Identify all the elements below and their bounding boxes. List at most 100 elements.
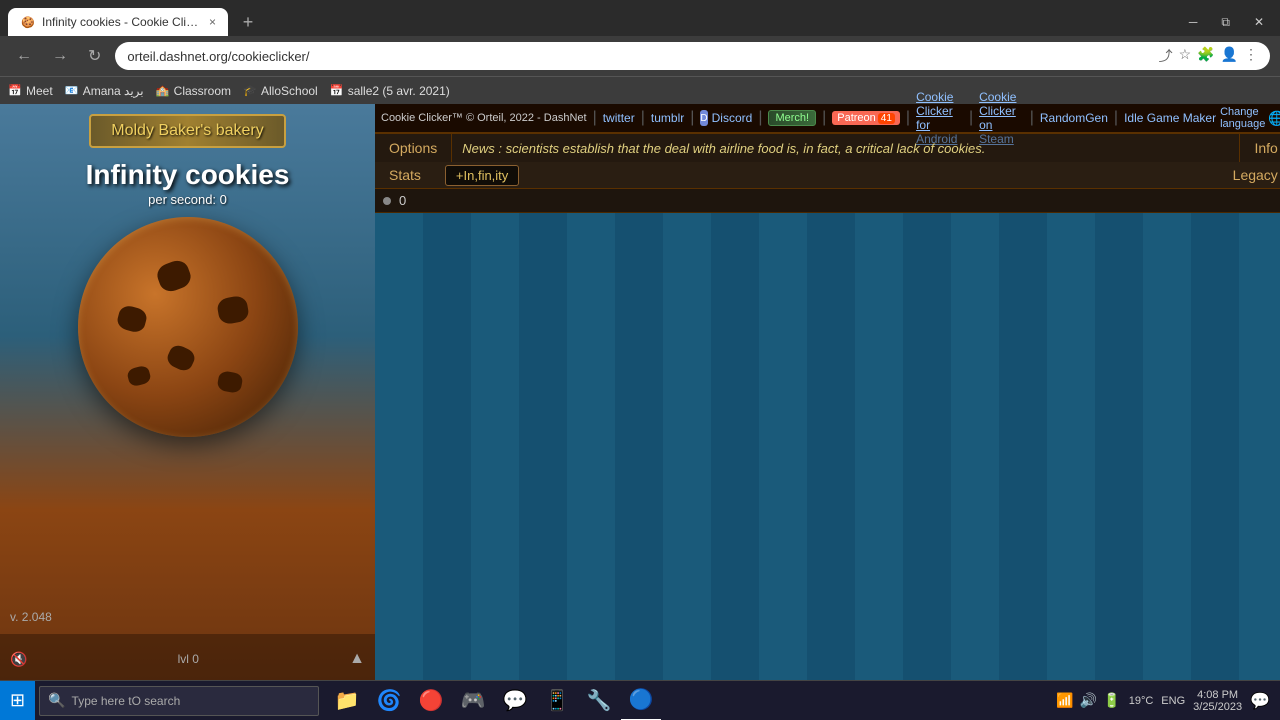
window-controls: ─ ⧉ ✕	[1181, 11, 1272, 34]
taskbar-search-icon: 🔍	[48, 692, 65, 709]
bakery-name-bar: Moldy Baker's bakery	[89, 114, 285, 148]
bookmark-classroom-label: Classroom	[174, 84, 231, 98]
taskbar-app-whatsapp[interactable]: 📱	[537, 681, 577, 720]
time-display: 4:08 PM 3/25/2023	[1193, 689, 1242, 713]
legacy-button[interactable]: Legacy	[1219, 162, 1280, 188]
address-bar[interactable]: orteil.dashnet.org/cookieclicker/ ⤴ ☆ 🧩 …	[115, 42, 1270, 70]
temperature-status: 19°C	[1129, 695, 1154, 707]
clock-time: 4:08 PM	[1193, 689, 1242, 701]
taskbar-right: 📶 🔊 🔋 19°C ENG 4:08 PM 3/25/2023 💬	[1056, 689, 1280, 713]
bookmark-alloschool[interactable]: 🎓 AlloSchool	[243, 84, 318, 98]
bookmark-star-icon[interactable]: ☆	[1179, 46, 1192, 66]
restore-btn[interactable]: ⧉	[1213, 11, 1238, 34]
infinity-badge: +In,fin,ity	[445, 165, 519, 186]
taskbar-system-icons: 📶 🔊 🔋	[1056, 692, 1120, 709]
patreon-label: Patreon	[837, 112, 876, 124]
active-tab[interactable]: 🍪 Infinity cookies - Cookie Clicker ×	[8, 8, 228, 36]
tumblr-link[interactable]: tumblr	[651, 111, 684, 125]
taskbar-search-input[interactable]: Type here tO search	[72, 694, 311, 708]
close-btn[interactable]: ✕	[1246, 11, 1272, 33]
bookmark-classroom[interactable]: 🏫 Classroom	[156, 84, 231, 98]
randomgen-link[interactable]: RandomGen	[1040, 111, 1108, 125]
taskbar-app-red[interactable]: 🔴	[411, 681, 451, 720]
bottom-bar: 🔇 lvl 0 ▲	[0, 634, 375, 684]
nav-sep-6: |	[906, 109, 910, 127]
bakery-name: Moldy Baker's bakery	[111, 122, 263, 140]
taskbar-app-tools[interactable]: 🔧	[579, 681, 619, 720]
twitter-link[interactable]: twitter	[603, 111, 635, 125]
nav-sep-9: |	[1114, 109, 1118, 127]
nav-sep-1: |	[593, 109, 597, 127]
counter-dot	[383, 197, 391, 205]
tab-close-btn[interactable]: ×	[209, 15, 216, 29]
profile-icon[interactable]: 👤	[1221, 46, 1238, 66]
reload-btn[interactable]: ↻	[82, 44, 107, 68]
patreon-link[interactable]: Patreon 41	[832, 111, 900, 125]
address-text: orteil.dashnet.org/cookieclicker/	[127, 49, 1158, 64]
bookmark-amana-label: Amana بريد	[83, 84, 144, 98]
salle2-icon: 📅	[330, 84, 344, 98]
change-language[interactable]: Change language 🌐	[1220, 106, 1280, 130]
notification-icon[interactable]: 💬	[1250, 691, 1270, 711]
minimize-btn[interactable]: ─	[1181, 11, 1206, 33]
taskbar-apps: 📁 🌀 🔴 🎮 💬 📱 🔧 🔵	[327, 681, 661, 720]
big-cookie[interactable]	[78, 217, 298, 437]
discord-icon: D	[700, 110, 707, 126]
game-menu-row: Options News : scientists establish that…	[375, 134, 1280, 162]
back-btn[interactable]: ←	[10, 45, 38, 67]
bookmark-salle2-label: salle2 (5 avr. 2021)	[348, 84, 450, 98]
idle-game-link[interactable]: Idle Game Maker	[1124, 111, 1216, 125]
choco-chip-5	[126, 364, 152, 387]
classroom-icon: 🏫	[156, 84, 170, 98]
wifi-icon: 📶	[1056, 692, 1073, 709]
globe-icon: 🌐	[1268, 110, 1280, 127]
nav-sep-4: |	[758, 109, 762, 127]
info-button[interactable]: Info	[1239, 134, 1280, 162]
bookmark-meet[interactable]: 📅 Meet	[8, 84, 53, 98]
nav-sep-5: |	[822, 109, 826, 127]
options-button[interactable]: Options	[375, 134, 452, 162]
brand-link[interactable]: Cookie Clicker™ © Orteil, 2022 - DashNet	[381, 112, 587, 124]
bookmark-salle2[interactable]: 📅 salle2 (5 avr. 2021)	[330, 84, 450, 98]
new-tab-button[interactable]: +	[236, 10, 260, 34]
cookie-circle[interactable]	[78, 217, 298, 437]
taskbar-app-game[interactable]: 🎮	[453, 681, 493, 720]
bookmark-amana[interactable]: 📧 Amana بريد	[65, 84, 144, 98]
menu-icon[interactable]: ⋮	[1244, 46, 1258, 66]
level-display: lvl 0	[178, 652, 199, 666]
taskbar-app-chrome[interactable]: 🔵	[621, 681, 661, 720]
merch-link[interactable]: Merch!	[768, 110, 816, 126]
taskbar-app-files[interactable]: 📁	[327, 681, 367, 720]
tab-title: Infinity cookies - Cookie Clicker	[42, 15, 203, 29]
bookmarks-bar: 📅 Meet 📧 Amana بريد 🏫 Classroom 🎓 AlloSc…	[0, 76, 1280, 104]
address-icons: ⤴ ☆ 🧩 👤 ⋮	[1159, 46, 1258, 66]
bookmark-meet-label: Meet	[26, 84, 53, 98]
taskbar: ⊞ 🔍 Type here tO search 📁 🌀 🔴 🎮 💬 📱 🔧 🔵 …	[0, 680, 1280, 720]
share-icon: ⤴	[1159, 46, 1173, 66]
forward-btn[interactable]: →	[46, 45, 74, 67]
search-bar[interactable]: 🔍 Type here tO search	[39, 686, 319, 716]
scroll-up-button[interactable]: ▲	[349, 650, 365, 668]
cookie-count: Infinity cookies	[86, 158, 290, 192]
choco-chip-1	[154, 257, 194, 294]
game-container: Moldy Baker's bakery Infinity cookies pe…	[0, 104, 1280, 684]
taskbar-app-browser[interactable]: 🌀	[369, 681, 409, 720]
store-area	[375, 213, 1280, 684]
start-button[interactable]: ⊞	[0, 681, 35, 720]
nav-sep-8: |	[1030, 109, 1034, 127]
extensions-icon[interactable]: 🧩	[1197, 46, 1214, 66]
counter-value: 0	[399, 193, 406, 208]
stats-button[interactable]: Stats	[375, 162, 435, 188]
address-bar-row: ← → ↻ orteil.dashnet.org/cookieclicker/ …	[0, 36, 1280, 76]
amana-icon: 📧	[65, 84, 79, 98]
windows-logo-icon: ⊞	[10, 690, 25, 711]
discord-link[interactable]: Discord	[712, 111, 753, 125]
battery-icon: 🔋	[1103, 692, 1120, 709]
browser-chrome: 🍪 Infinity cookies - Cookie Clicker × + …	[0, 0, 1280, 104]
clock-date: 3/25/2023	[1193, 701, 1242, 713]
news-ticker: News : scientists establish that the dea…	[452, 135, 1239, 162]
lang-status: ENG	[1161, 695, 1185, 707]
nav-sep-2: |	[641, 109, 645, 127]
mute-button[interactable]: 🔇	[10, 651, 27, 668]
taskbar-app-discord[interactable]: 💬	[495, 681, 535, 720]
